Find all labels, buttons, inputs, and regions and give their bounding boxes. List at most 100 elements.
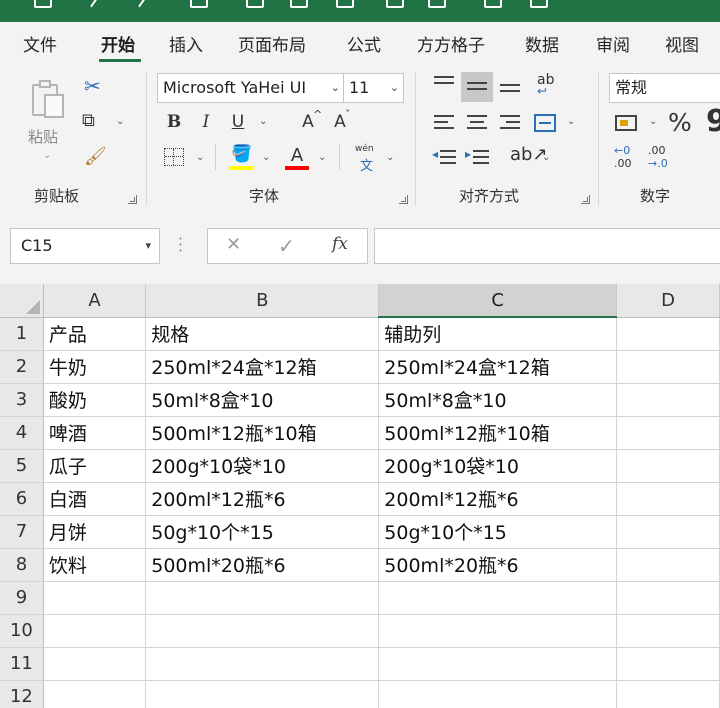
cell[interactable] xyxy=(43,680,147,708)
cell[interactable] xyxy=(145,581,380,615)
cell[interactable] xyxy=(616,680,720,708)
row-header[interactable]: 10 xyxy=(0,614,44,648)
cell[interactable] xyxy=(145,680,380,708)
cell[interactable]: 啤酒 xyxy=(43,416,147,450)
cell[interactable]: 饮料 xyxy=(43,548,147,582)
insert-function-button[interactable]: fx xyxy=(332,234,348,254)
print-preview-icon[interactable] xyxy=(246,0,264,8)
form-icon[interactable] xyxy=(336,0,354,8)
cell[interactable] xyxy=(616,416,720,450)
bold-button[interactable]: B xyxy=(161,109,187,135)
cell[interactable] xyxy=(616,581,720,615)
row-header[interactable]: 7 xyxy=(0,515,44,549)
cell[interactable] xyxy=(616,383,720,417)
font-color-dropdown-icon[interactable]: ⌄ xyxy=(318,152,326,163)
tab-data[interactable]: 数据 xyxy=(525,31,559,56)
column-header-b[interactable]: B xyxy=(145,284,380,318)
cell[interactable] xyxy=(378,680,617,708)
cell[interactable]: 500ml*20瓶*6 xyxy=(145,548,380,582)
save-icon[interactable] xyxy=(34,0,52,8)
cell[interactable] xyxy=(616,614,720,648)
tab-file[interactable]: 文件 xyxy=(23,31,57,56)
merge-dropdown-icon[interactable]: ⌄ xyxy=(567,116,575,127)
tab-home[interactable]: 开始 xyxy=(101,31,135,56)
column-header-d[interactable]: D xyxy=(616,284,720,318)
cell[interactable] xyxy=(378,647,617,681)
underline-button[interactable]: U xyxy=(225,109,251,135)
cut-icon[interactable]: ✂ xyxy=(84,74,101,98)
align-middle-button[interactable] xyxy=(461,72,493,102)
align-top-icon[interactable] xyxy=(434,76,454,88)
fill-color-icon[interactable]: 🪣 xyxy=(231,144,252,164)
fill-color-dropdown-icon[interactable]: ⌄ xyxy=(262,152,270,163)
cell[interactable] xyxy=(616,482,720,516)
row-header[interactable]: 9 xyxy=(0,581,44,615)
cell[interactable]: 50g*10个*15 xyxy=(378,515,617,549)
cell[interactable]: 200g*10袋*10 xyxy=(378,449,617,483)
tab-fangfang[interactable]: 方方格子 xyxy=(417,31,485,56)
resize-handle-icon[interactable]: · · · xyxy=(178,231,183,259)
align-right-icon[interactable] xyxy=(500,115,520,133)
orientation-dropdown-icon[interactable]: ⌄ xyxy=(542,152,550,163)
row-header[interactable]: 12 xyxy=(0,680,44,708)
cell[interactable] xyxy=(616,647,720,681)
cell[interactable]: 500ml*20瓶*6 xyxy=(378,548,617,582)
paste-dropdown-icon[interactable]: ⌄ xyxy=(43,150,51,161)
italic-button[interactable]: I xyxy=(193,109,219,135)
copy-icon[interactable]: ⧉ xyxy=(82,110,95,131)
row-header[interactable]: 1 xyxy=(0,317,44,351)
cell[interactable] xyxy=(616,449,720,483)
more-icon[interactable] xyxy=(530,0,548,8)
borders-icon[interactable] xyxy=(164,148,184,166)
percent-style-button[interactable]: % xyxy=(668,108,692,137)
clipboard-launcher-icon[interactable] xyxy=(128,195,137,204)
align-left-icon[interactable] xyxy=(434,115,454,133)
cell[interactable]: 250ml*24盒*12箱 xyxy=(145,350,380,384)
phonetic-guide-icon[interactable]: 文 xyxy=(360,155,373,174)
cell[interactable]: 月饼 xyxy=(43,515,147,549)
row-header[interactable]: 2 xyxy=(0,350,44,384)
font-launcher-icon[interactable] xyxy=(399,195,408,204)
cell[interactable]: 50ml*8盒*10 xyxy=(145,383,380,417)
row-header[interactable]: 11 xyxy=(0,647,44,681)
cell[interactable]: 50g*10个*15 xyxy=(145,515,380,549)
cell[interactable]: 白酒 xyxy=(43,482,147,516)
cell[interactable]: 200ml*12瓶*6 xyxy=(145,482,380,516)
format-painter-icon[interactable]: 🖌 xyxy=(84,146,107,167)
number-format-select[interactable]: 常规 xyxy=(609,73,720,103)
cell[interactable]: 200g*10袋*10 xyxy=(145,449,380,483)
undo-icon[interactable] xyxy=(90,0,100,8)
cell[interactable]: 产品 xyxy=(43,317,147,351)
font-name-select[interactable]: Microsoft YaHei UI ⌄ xyxy=(157,73,345,103)
formula-input[interactable] xyxy=(374,228,720,264)
font-size-select[interactable]: 11 ⌄ xyxy=(343,73,404,103)
increase-decimal-icon[interactable]: ←0 .00 xyxy=(614,144,642,174)
cell[interactable] xyxy=(616,317,720,351)
comma-style-button[interactable]: 9 xyxy=(706,104,720,139)
align-center-icon[interactable] xyxy=(467,115,487,133)
cell[interactable]: 200ml*12瓶*6 xyxy=(378,482,617,516)
cell[interactable] xyxy=(616,548,720,582)
select-all-corner[interactable] xyxy=(0,284,44,318)
quick-access-icon[interactable] xyxy=(190,0,208,8)
cell[interactable] xyxy=(145,647,380,681)
copy-dropdown-icon[interactable]: ⌄ xyxy=(116,116,124,127)
cell[interactable]: 250ml*24盒*12箱 xyxy=(378,350,617,384)
row-header[interactable]: 5 xyxy=(0,449,44,483)
cell[interactable]: 50ml*8盒*10 xyxy=(378,383,617,417)
cell[interactable]: 500ml*12瓶*10箱 xyxy=(145,416,380,450)
tab-insert[interactable]: 插入 xyxy=(169,31,203,56)
cell[interactable]: 牛奶 xyxy=(43,350,147,384)
cell[interactable] xyxy=(43,581,147,615)
cell[interactable]: 规格 xyxy=(145,317,380,351)
cell[interactable]: 酸奶 xyxy=(43,383,147,417)
row-header[interactable]: 3 xyxy=(0,383,44,417)
tab-review[interactable]: 审阅 xyxy=(596,31,630,56)
cell[interactable] xyxy=(378,581,617,615)
tab-page-layout[interactable]: 页面布局 xyxy=(238,31,306,56)
cell[interactable] xyxy=(616,350,720,384)
enter-icon[interactable]: ✓ xyxy=(278,234,295,258)
row-header[interactable]: 8 xyxy=(0,548,44,582)
table-icon[interactable] xyxy=(290,0,308,8)
underline-dropdown-icon[interactable]: ⌄ xyxy=(259,116,267,127)
